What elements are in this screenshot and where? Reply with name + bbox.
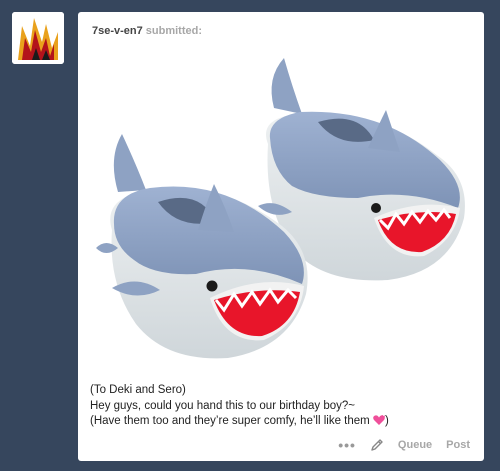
caption-line: (To Deki and Sero) — [90, 384, 186, 396]
post-action-label: submitted: — [145, 25, 202, 37]
caption-line: Hey guys, could you hand this to our bir… — [90, 399, 355, 412]
post-photo — [96, 58, 465, 359]
post-footer: ••• Queue Post — [338, 437, 470, 453]
post-caption: (To Deki and Sero) Hey guys, could you h… — [90, 383, 389, 430]
post-card: 7se-v-en7 submitted: (To Deki and Sero) … — [78, 12, 484, 461]
queue-button[interactable]: Queue — [398, 439, 432, 451]
post-header: 7se-v-en7 submitted: — [92, 24, 202, 38]
post-button[interactable]: Post — [446, 439, 470, 451]
avatar[interactable] — [12, 12, 64, 64]
caption-line: (Have them too and they’re super comfy, … — [90, 415, 389, 427]
edit-pencil-icon[interactable] — [370, 438, 384, 452]
more-options-icon[interactable]: ••• — [338, 437, 356, 453]
post-username[interactable]: 7se-v-en7 — [92, 25, 143, 37]
avatar-image — [12, 12, 64, 64]
pink-heart-icon — [373, 415, 385, 425]
